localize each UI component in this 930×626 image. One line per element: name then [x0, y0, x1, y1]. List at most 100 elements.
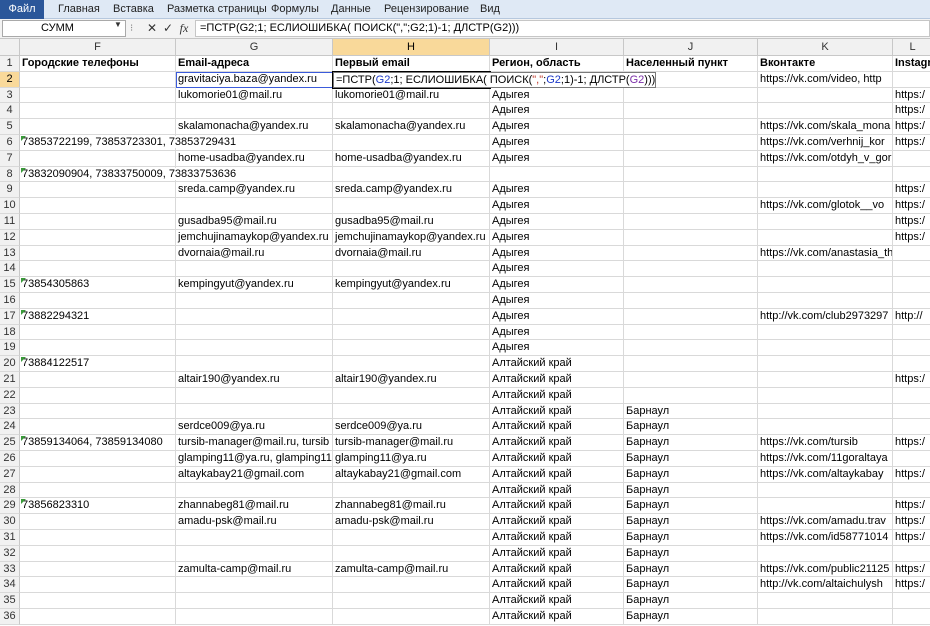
- cell-l4[interactable]: https:/: [893, 103, 930, 120]
- cell-g33[interactable]: zamulta-camp@mail.ru: [176, 561, 333, 578]
- cell-i31[interactable]: Алтайский край: [490, 530, 624, 546]
- cell-g25[interactable]: tursib-manager@mail.ru, tursib: [176, 435, 333, 451]
- cell-l16[interactable]: [893, 293, 930, 309]
- cell-k9[interactable]: [758, 182, 893, 199]
- cell-k7[interactable]: https://vk.com/otdyh_v_gorah_ad: [758, 150, 893, 167]
- cell-h36[interactable]: [333, 609, 490, 625]
- cell-k27[interactable]: https://vk.com/altaykabay: [758, 466, 893, 483]
- cell-h4[interactable]: [333, 103, 490, 120]
- cell-i7[interactable]: Адыгея: [490, 150, 624, 167]
- cell-l19[interactable]: [893, 340, 930, 357]
- cell-h6[interactable]: [333, 135, 490, 151]
- cell-f13[interactable]: [20, 245, 176, 262]
- cell-k13[interactable]: https://vk.com/anastasia_thermal: [758, 245, 893, 262]
- cell-l36[interactable]: [893, 609, 930, 625]
- cell-h12[interactable]: jemchujinamaykop@yandex.ru: [333, 229, 490, 246]
- row-header-19[interactable]: 19: [0, 340, 20, 357]
- cell-g24[interactable]: serdce009@ya.ru: [176, 419, 333, 436]
- cell-g18[interactable]: [176, 324, 333, 341]
- cell-f23[interactable]: [20, 403, 176, 420]
- cell-l2[interactable]: [893, 72, 930, 88]
- cell-g22[interactable]: [176, 387, 333, 404]
- cell-i4[interactable]: Адыгея: [490, 103, 624, 120]
- cell-k8[interactable]: [758, 166, 893, 183]
- column-header-l[interactable]: L: [893, 39, 930, 56]
- cell-f27[interactable]: [20, 466, 176, 483]
- cell-f8[interactable]: 73832090904, 73833750009, 73833753636: [20, 166, 239, 183]
- cell-f3[interactable]: [20, 87, 176, 104]
- cell-g21[interactable]: altair190@yandex.ru: [176, 372, 333, 388]
- cell-g30[interactable]: amadu-psk@mail.ru: [176, 514, 333, 530]
- row-header-1[interactable]: 1: [0, 56, 20, 72]
- cell-f32[interactable]: [20, 545, 176, 562]
- cell-i14[interactable]: Адыгея: [490, 261, 624, 278]
- cell-i5[interactable]: Адыгея: [490, 119, 624, 135]
- row-header-4[interactable]: 4: [0, 103, 20, 120]
- row-header-22[interactable]: 22: [0, 387, 20, 404]
- select-all-corner[interactable]: [0, 39, 20, 56]
- tab-data[interactable]: Данные: [325, 0, 377, 19]
- header-cell-l[interactable]: Instagr: [893, 56, 930, 72]
- cell-j13[interactable]: [624, 245, 758, 262]
- cell-j26[interactable]: Барнаул: [624, 451, 758, 467]
- cell-k2[interactable]: https://vk.com/video, http: [758, 71, 893, 88]
- cell-g2[interactable]: gravitaciya.baza@yandex.ru: [176, 71, 333, 88]
- cell-f36[interactable]: [20, 609, 176, 625]
- cell-l22[interactable]: [893, 388, 930, 404]
- cell-l29[interactable]: https:/: [893, 498, 930, 515]
- cell-k29[interactable]: [758, 498, 893, 515]
- row-header-12[interactable]: 12: [0, 229, 20, 246]
- cell-l8[interactable]: [893, 167, 930, 183]
- row-header-17[interactable]: 17: [0, 308, 20, 325]
- cell-k34[interactable]: http://vk.com/altaichulysh: [758, 577, 893, 594]
- cell-i18[interactable]: Адыгея: [490, 324, 624, 341]
- row-header-36[interactable]: 36: [0, 609, 20, 625]
- cell-j23[interactable]: Барнаул: [624, 403, 758, 420]
- cell-i22[interactable]: Алтайский край: [490, 387, 624, 404]
- cell-k4[interactable]: [758, 103, 893, 120]
- cell-k24[interactable]: [758, 419, 893, 436]
- cell-k11[interactable]: [758, 214, 893, 230]
- cell-h22[interactable]: [333, 387, 490, 404]
- cell-j20[interactable]: [624, 356, 758, 372]
- row-header-20[interactable]: 20: [0, 356, 20, 372]
- formula-bar-splitter-icon[interactable]: ⁝: [130, 22, 140, 35]
- formula-input[interactable]: =ПСТР(G2;1; ЕСЛИОШИБКА( ПОИСК(",";G2;1)-…: [195, 20, 930, 37]
- cell-k33[interactable]: https://vk.com/public21125: [758, 561, 893, 578]
- cell-j30[interactable]: Барнаул: [624, 514, 758, 530]
- cell-i12[interactable]: Адыгея: [490, 229, 624, 246]
- cell-h23[interactable]: [333, 403, 490, 420]
- cell-i8[interactable]: [490, 166, 624, 183]
- row-header-24[interactable]: 24: [0, 419, 20, 436]
- cell-f5[interactable]: [20, 119, 176, 135]
- cell-h15[interactable]: kempingyut@yandex.ru: [333, 277, 490, 293]
- cell-g9[interactable]: sreda.camp@yandex.ru: [176, 182, 333, 199]
- cell-h10[interactable]: [333, 198, 490, 214]
- cell-l23[interactable]: [893, 404, 930, 420]
- cell-k22[interactable]: [758, 387, 893, 404]
- cell-j21[interactable]: [624, 372, 758, 388]
- row-header-3[interactable]: 3: [0, 87, 20, 104]
- cell-l28[interactable]: [893, 483, 930, 499]
- row-header-18[interactable]: 18: [0, 324, 20, 341]
- cell-f31[interactable]: [20, 530, 176, 546]
- cell-l32[interactable]: [893, 546, 930, 562]
- row-header-14[interactable]: 14: [0, 261, 20, 278]
- cell-i33[interactable]: Алтайский край: [490, 561, 624, 578]
- header-cell-i[interactable]: Регион, область: [490, 56, 624, 72]
- cell-k3[interactable]: [758, 87, 893, 104]
- cell-l13[interactable]: [893, 246, 930, 262]
- cell-j22[interactable]: [624, 387, 758, 404]
- cell-l3[interactable]: https:/: [893, 88, 930, 104]
- row-header-29[interactable]: 29: [0, 498, 20, 515]
- cell-h31[interactable]: [333, 530, 490, 546]
- header-cell-f[interactable]: Городские телефоны: [20, 56, 176, 72]
- tab-file[interactable]: Файл: [0, 0, 44, 19]
- cell-h18[interactable]: [333, 324, 490, 341]
- row-header-15[interactable]: 15: [0, 277, 20, 293]
- cell-g32[interactable]: [176, 545, 333, 562]
- cell-g34[interactable]: [176, 577, 333, 594]
- cell-l21[interactable]: https:/: [893, 372, 930, 388]
- row-header-28[interactable]: 28: [0, 482, 20, 499]
- cell-f20[interactable]: 73884122517: [20, 356, 176, 372]
